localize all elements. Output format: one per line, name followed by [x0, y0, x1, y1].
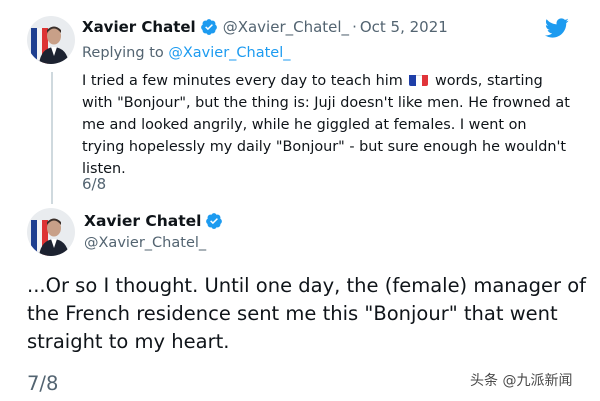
tweet-text: ...Or so I thought. Until one day, the (… [27, 274, 587, 353]
avatar[interactable] [27, 16, 75, 64]
author-handle[interactable]: @Xavier_Chatel_ [84, 235, 206, 251]
watermark-text: 头条 @九派新闻 [470, 373, 573, 389]
author-name[interactable]: Xavier Chatel [84, 212, 201, 230]
author-name[interactable]: Xavier Chatel [82, 18, 196, 36]
separator-dot: · [352, 18, 357, 36]
verified-badge-icon [206, 213, 223, 229]
thread-connector-line [51, 72, 53, 204]
avatar[interactable] [27, 208, 75, 256]
tweet-text: I tried a few minutes every day to teach… [82, 70, 572, 180]
thread-count: 6/8 [82, 175, 107, 193]
tweet-header: Xavier Chatel @Xavier_Chatel_ · Oct 5, 2… [82, 18, 448, 36]
author-handle[interactable]: @Xavier_Chatel_ [223, 18, 349, 36]
tweet-date[interactable]: Oct 5, 2021 [360, 18, 448, 36]
reply-mention-link[interactable]: @Xavier_Chatel_ [168, 45, 290, 61]
tweet-header: Xavier Chatel [84, 212, 228, 230]
replying-to-line: Replying to @Xavier_Chatel_ [82, 45, 291, 61]
tweet-text-part1: I tried a few minutes every day to teach… [82, 73, 403, 89]
france-flag-icon [409, 73, 429, 86]
thread-count: 7/8 [27, 372, 59, 395]
reply-prefix: Replying to [82, 45, 164, 61]
twitter-bird-icon [544, 18, 569, 38]
verified-badge-icon [200, 19, 217, 35]
